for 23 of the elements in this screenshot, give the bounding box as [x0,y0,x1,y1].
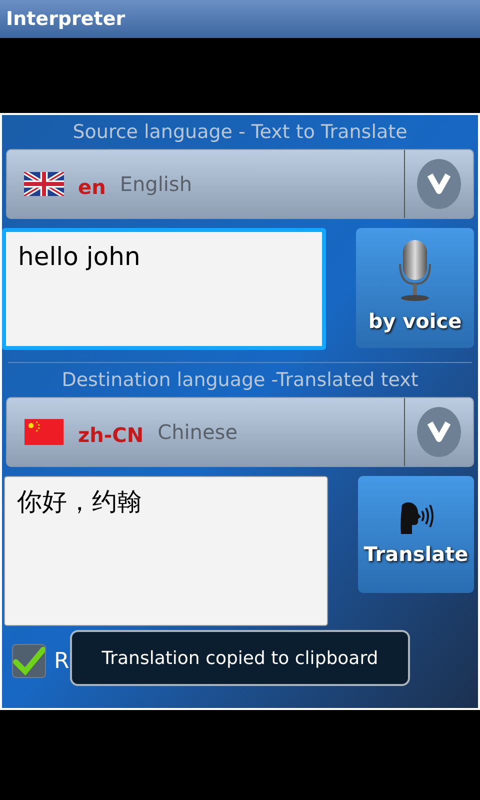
text-field[interactable]: hello john [2,228,326,350]
language-code: en [78,174,106,201]
checkmark-icon [13,646,45,676]
section-heading: Source language - Text to Translate [72,120,408,145]
dropdown-icon[interactable] [416,406,462,458]
language-spinner[interactable]: en English [6,149,474,219]
flag-icon [24,419,64,445]
dropdown-icon[interactable] [416,158,462,210]
section-heading: Destination language -Translated text [60,368,420,393]
language-code: zh-CN [78,422,144,449]
language-name: Chinese [158,419,238,446]
language-name: English [120,171,192,198]
language-spinner[interactable]: zh-CN Chinese [6,397,474,467]
app-title-bar: Interpreter [0,0,480,38]
clipboard-toast: Translation copied to clipboard [70,630,410,686]
text-field[interactable]: 你好，约翰 [4,476,328,626]
speaking-head-icon [398,500,434,534]
voice-button[interactable]: by voice [356,228,474,348]
translate-button[interactable]: Translate [358,476,474,593]
flag-icon [24,172,64,196]
checkbox-label: R [54,648,70,676]
microphone-icon [398,240,432,302]
checkbox[interactable] [12,644,46,678]
